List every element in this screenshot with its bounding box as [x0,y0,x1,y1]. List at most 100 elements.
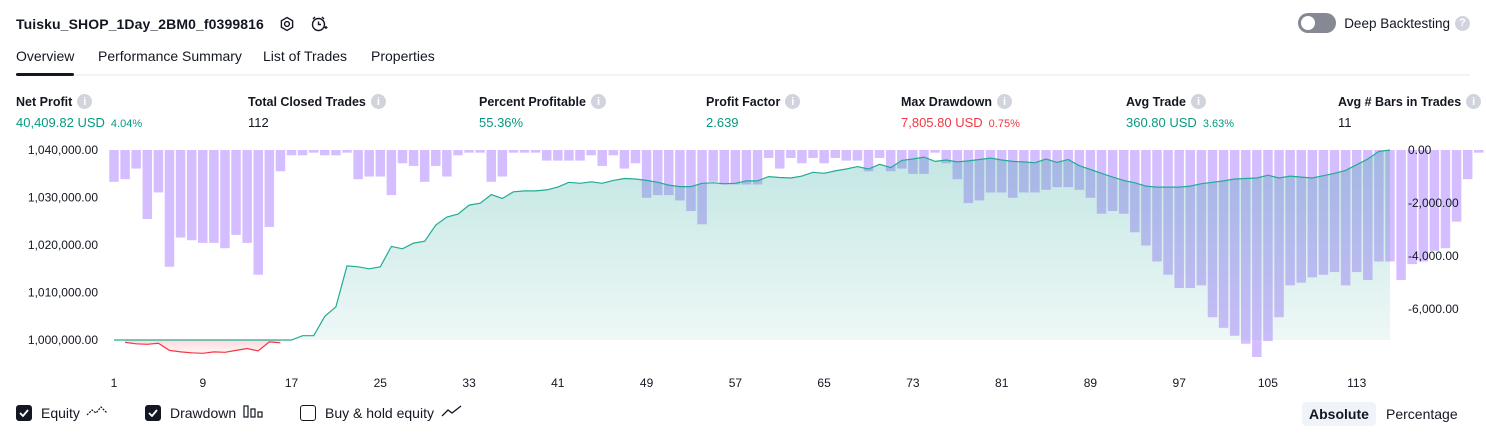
drawdown-bar [231,150,241,235]
deep-backtesting-toggle[interactable] [1298,13,1337,33]
buy-hold-line-icon [441,404,463,421]
drawdown-bar [164,150,175,267]
help-icon[interactable]: ? [1455,15,1470,31]
drawdown-checkbox[interactable] [145,404,161,421]
drawdown-bar [530,150,541,153]
drawdown-bar [320,150,330,156]
y-left-tick-label: 1,020,000.00 [28,238,98,252]
tab-overview[interactable]: Overview [16,48,75,76]
alert-clock-icon[interactable] [310,15,328,33]
drawdown-bar [186,150,197,241]
metric-percent-profitable: Percent Profitable i 55.36% [479,94,606,130]
y-left-tick-label: 1,010,000.00 [28,286,98,300]
drawdown-bar [1451,150,1462,222]
y-left-tick-label: 1,040,000.00 [28,143,98,157]
info-icon[interactable]: i [590,94,606,109]
drawdown-bar [1474,150,1484,153]
metric-value: 7,805.80 USD [901,115,983,130]
metric-value: 40,409.82 USD [16,115,105,130]
drawdown-bar [586,150,596,156]
legend-label: Equity [41,404,80,421]
y-left-tick-label: 1,000,000.00 [28,333,98,347]
drawdown-bar [564,150,574,161]
drawdown-bar [275,150,286,172]
drawdown-bar [741,150,752,185]
info-icon[interactable]: i [370,94,386,109]
drawdown-bar [453,150,463,156]
drawdown-bar [841,150,852,161]
metric-avg-bars-in-trades: Avg # Bars in Trades i 11 [1338,94,1482,130]
info-icon[interactable]: i [77,94,93,109]
metric-label: Avg Trade [1126,94,1186,109]
settings-icon[interactable] [278,15,296,33]
percentage-button[interactable]: Percentage [1379,402,1465,426]
y-axis-left: 1,040,000.00 1,030,000.00 1,020,000.00 1,01… [28,143,98,347]
x-tick-label: 33 [462,376,476,390]
info-icon[interactable]: i [997,94,1012,109]
x-tick-label: 113 [1347,376,1366,390]
drawdown-bar [508,150,519,153]
y-right-tick-label: 0.00 [1408,143,1432,157]
drawdown-bar [553,150,563,161]
info-icon[interactable]: i [1466,94,1482,109]
y-right-tick-label: -6,000.00 [1408,302,1459,316]
deep-backtesting: Deep Backtesting ? [1298,13,1470,33]
x-tick-label: 9 [199,376,206,390]
info-icon[interactable]: i [1190,94,1206,109]
x-axis: 1 9 17 25 33 41 49 57 65 73 81 89 97 105 113 [111,376,1367,390]
y-right-tick-label: -4,000.00 [1408,249,1459,263]
metric-profit-factor: Profit Factor i 2.639 [706,94,801,130]
x-tick-label: 25 [374,376,388,390]
legend-equity[interactable]: Equity [16,404,108,421]
x-tick-label: 41 [551,376,565,390]
buy-hold-checkbox[interactable] [300,404,316,421]
deep-backtesting-label: Deep Backtesting [1344,15,1450,31]
drawdown-bar [541,150,552,161]
drawdown-bar [719,150,730,185]
metric-percent: 3.63% [1202,118,1235,130]
drawdown-bar [364,150,374,177]
x-tick-label: 57 [729,376,743,390]
drawdown-bar [220,150,230,249]
metric-percent: 0.75% [988,118,1020,130]
drawdown-bar [242,150,252,243]
legend-label: Buy & hold equity [325,404,434,421]
equity-checkbox[interactable] [16,404,32,421]
metric-label: Profit Factor [706,94,781,109]
header: Tuisku_SHOP_1Day_2BM0_f0399816 [16,12,328,36]
drawdown-bar [442,150,452,177]
drawdown-bar [120,150,130,180]
drawdown-bar [774,150,785,169]
tab-performance-summary[interactable]: Performance Summary [98,48,242,72]
absolute-button[interactable]: Absolute [1302,402,1376,426]
drawdown-bar [786,150,796,158]
metric-value: 2.639 [706,115,739,130]
tab-properties[interactable]: Properties [371,48,435,72]
drawdown-bar [342,150,352,153]
metric-label: Percent Profitable [479,94,586,109]
drawdown-bar [708,150,718,182]
drawdown-bar [386,150,397,196]
drawdown-bar [286,150,297,156]
legend-buy-hold-equity[interactable]: Buy & hold equity [300,404,463,421]
drawdown-bar [253,150,263,275]
x-tick-label: 105 [1258,376,1278,390]
drawdown-bar [464,150,474,153]
info-icon[interactable]: i [785,94,801,109]
tab-bar: Overview Performance Summary List of Tra… [16,48,1470,76]
x-tick-label: 49 [640,376,654,390]
metric-label: Avg # Bars in Trades [1338,94,1462,109]
legend-drawdown[interactable]: Drawdown [145,404,263,421]
x-tick-label: 17 [285,376,299,390]
tab-list-of-trades[interactable]: List of Trades [263,48,347,72]
drawdown-bar [819,150,829,164]
metric-value: 360.80 USD [1126,115,1197,130]
x-tick-label: 1 [111,376,118,390]
drawdown-bar [730,150,741,185]
drawdown-bar [630,150,641,164]
x-tick-label: 73 [906,376,920,390]
drawdown-bar [308,150,319,153]
equity-drawdown-chart: 1,040,000.00 1,030,000.00 1,020,000.00 1,01… [28,143,1484,390]
metric-label: Total Closed Trades [248,94,366,109]
drawdown-bar [608,150,619,156]
